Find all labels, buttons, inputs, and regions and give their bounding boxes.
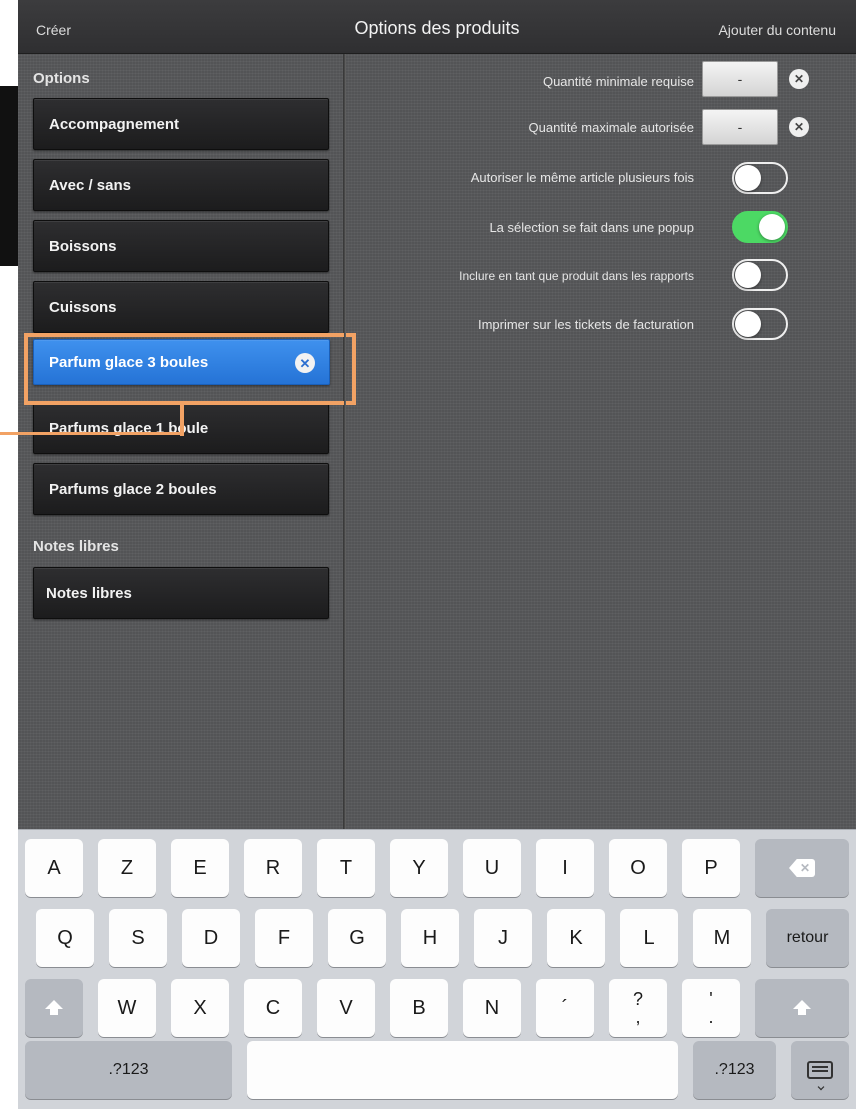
clear-min-quantity-icon[interactable]: ✕ — [789, 69, 809, 89]
key-bottom-char: . — [708, 1007, 714, 1027]
shift-icon — [793, 999, 811, 1015]
shift-key-right[interactable] — [755, 979, 849, 1037]
onscreen-keyboard: A Z E R T Y U I O P ✕ Q S D F G H J K L … — [18, 829, 856, 1109]
max-quantity-field[interactable]: - — [702, 109, 778, 145]
backspace-key[interactable]: ✕ — [755, 839, 849, 897]
settings-panel: Quantité minimale requise - ✕ Quantité m… — [346, 54, 856, 829]
add-content-button[interactable]: Ajouter du contenu — [718, 22, 836, 38]
key-l[interactable]: L — [620, 909, 678, 967]
key-z[interactable]: Z — [98, 839, 156, 897]
option-item-parfums-glace-2-boules[interactable]: Parfums glace 2 boules — [33, 463, 329, 515]
keyboard-icon — [807, 1061, 833, 1079]
max-quantity-label: Quantité maximale autorisée — [528, 120, 694, 135]
key-p[interactable]: P — [682, 839, 740, 897]
top-bar: Créer Options des produits Ajouter du co… — [18, 0, 856, 54]
toggle-allow-same-item[interactable] — [732, 162, 788, 194]
key-d[interactable]: D — [182, 909, 240, 967]
key-n[interactable]: N — [463, 979, 521, 1037]
toggle-knob — [735, 311, 761, 337]
options-sidebar: Options Accompagnement Avec / sans Boiss… — [18, 54, 344, 829]
option-item-notes-libres[interactable]: Notes libres — [33, 567, 329, 619]
background-edge-left — [0, 86, 18, 266]
option-label: Cuissons — [49, 298, 117, 316]
shift-icon — [45, 999, 63, 1015]
min-quantity-label: Quantité minimale requise — [542, 74, 694, 89]
key-j[interactable]: J — [474, 909, 532, 967]
toggle-label-include-in-reports: Inclure en tant que produit dans les rap… — [459, 269, 694, 283]
backspace-icon: ✕ — [789, 859, 815, 877]
key-f[interactable]: F — [255, 909, 313, 967]
key-u[interactable]: U — [463, 839, 521, 897]
key-s[interactable]: S — [109, 909, 167, 967]
highlight-connector — [180, 401, 184, 436]
key-i[interactable]: I — [536, 839, 594, 897]
key-w[interactable]: W — [98, 979, 156, 1037]
highlight-connector-line — [18, 432, 184, 435]
return-key[interactable]: retour — [766, 909, 849, 967]
key-g[interactable]: G — [328, 909, 386, 967]
toggle-label-print-on-tickets: Imprimer sur les tickets de facturation — [477, 317, 694, 332]
shift-key-left[interactable] — [25, 979, 83, 1037]
key-o[interactable]: O — [609, 839, 667, 897]
key-b[interactable]: B — [390, 979, 448, 1037]
key-r[interactable]: R — [244, 839, 302, 897]
key-y[interactable]: Y — [390, 839, 448, 897]
option-item-boissons[interactable]: Boissons — [33, 220, 329, 272]
option-label: Parfums glace 2 boules — [49, 480, 217, 498]
space-bar[interactable] — [247, 1041, 678, 1099]
key-acute[interactable]: ´ — [536, 979, 594, 1037]
option-item-cuissons[interactable]: Cuissons — [33, 281, 329, 333]
option-label: Accompagnement — [49, 115, 180, 133]
toggle-knob — [735, 165, 761, 191]
toggle-knob — [759, 214, 785, 240]
key-v[interactable]: V — [317, 979, 375, 1037]
key-h[interactable]: H — [401, 909, 459, 967]
options-section-header: Options — [33, 70, 90, 87]
key-bottom-char: , — [635, 1007, 641, 1027]
key-q[interactable]: Q — [36, 909, 94, 967]
key-top-char: ' — [709, 989, 713, 1009]
key-top-char: ? — [632, 989, 643, 1009]
key-a[interactable]: A — [25, 839, 83, 897]
option-item-accompagnement[interactable]: Accompagnement — [33, 98, 329, 150]
toggle-label-allow-same-item: Autoriser le même article plusieurs fois — [470, 170, 694, 185]
toggle-print-on-tickets[interactable] — [732, 308, 788, 340]
toggle-include-in-reports[interactable] — [732, 259, 788, 291]
key-m[interactable]: M — [693, 909, 751, 967]
app-screen: Créer Options des produits Ajouter du co… — [18, 0, 856, 1109]
key-c[interactable]: C — [244, 979, 302, 1037]
min-quantity-field[interactable]: - — [702, 61, 778, 97]
option-item-avec-sans[interactable]: Avec / sans — [33, 159, 329, 211]
option-label: Boissons — [49, 237, 117, 255]
option-item-parfum-glace-3-boules[interactable]: Parfum glace 3 boules ✕ — [33, 339, 330, 385]
numbers-key-right[interactable]: .?123 — [693, 1041, 776, 1099]
highlight-connector-stub — [0, 432, 18, 435]
toggle-knob — [735, 262, 761, 288]
key-apostrophe-period[interactable]: '. — [682, 979, 740, 1037]
key-k[interactable]: K — [547, 909, 605, 967]
notes-section-header: Notes libres — [33, 538, 119, 555]
key-x[interactable]: X — [171, 979, 229, 1037]
option-label: Parfum glace 3 boules — [49, 353, 209, 371]
clear-max-quantity-icon[interactable]: ✕ — [789, 117, 809, 137]
key-e[interactable]: E — [171, 839, 229, 897]
numbers-key-left[interactable]: .?123 — [25, 1041, 232, 1099]
toggle-popup-selection[interactable] — [732, 211, 788, 243]
option-label: Avec / sans — [49, 176, 131, 194]
key-t[interactable]: T — [317, 839, 375, 897]
clear-icon[interactable]: ✕ — [295, 353, 315, 373]
toggle-label-popup-selection: La sélection se fait dans une popup — [489, 220, 694, 235]
hide-keyboard-key[interactable] — [791, 1041, 849, 1099]
key-question-comma[interactable]: ?, — [609, 979, 667, 1037]
option-label: Notes libres — [46, 584, 132, 602]
